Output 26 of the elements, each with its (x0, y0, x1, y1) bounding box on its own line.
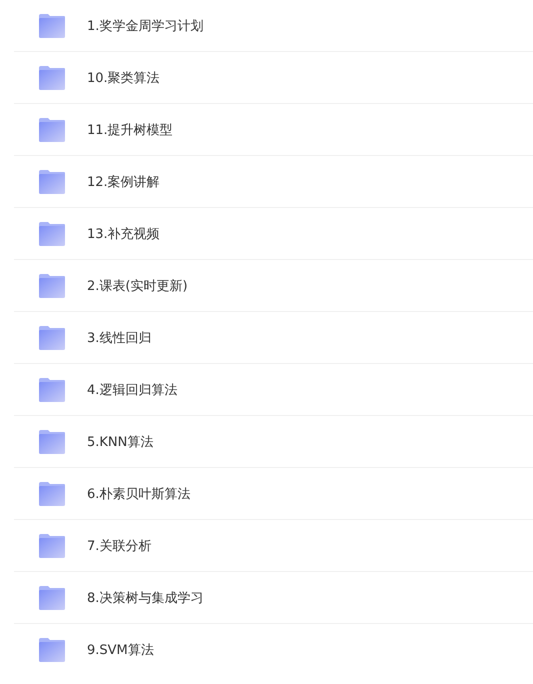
folder-name[interactable]: 4.逻辑回归算法 (87, 380, 178, 398)
folder-icon (38, 118, 66, 142)
folder-name[interactable]: 13.补充视频 (87, 224, 160, 242)
folder-name[interactable]: 1.奖学金周学习计划 (87, 16, 204, 34)
folder-icon (38, 274, 66, 298)
folder-name[interactable]: 7.关联分析 (87, 536, 152, 554)
folder-name[interactable]: 5.KNN算法 (87, 432, 154, 450)
folder-icon (38, 638, 66, 662)
folder-icon (38, 586, 66, 610)
folder-icon (38, 14, 66, 38)
folder-icon (38, 170, 66, 194)
folder-name[interactable]: 8.决策树与集成学习 (87, 588, 204, 606)
folder-icon (38, 534, 66, 558)
folder-name[interactable]: 2.课表(实时更新) (87, 276, 188, 294)
folder-name[interactable]: 9.SVM算法 (87, 640, 154, 658)
folder-name[interactable]: 10.聚类算法 (87, 68, 160, 86)
folder-icon (38, 378, 66, 402)
folder-name[interactable]: 11.提升树模型 (87, 120, 173, 138)
folder-name[interactable]: 3.线性回归 (87, 328, 152, 346)
folder-icon (38, 66, 66, 90)
folder-icon (38, 482, 66, 506)
folder-icon (38, 430, 66, 454)
folder-icon (38, 222, 66, 246)
folder-icon (38, 326, 66, 350)
folder-name[interactable]: 12.案例讲解 (87, 172, 160, 190)
folder-name[interactable]: 6.朴素贝叶斯算法 (87, 484, 190, 502)
